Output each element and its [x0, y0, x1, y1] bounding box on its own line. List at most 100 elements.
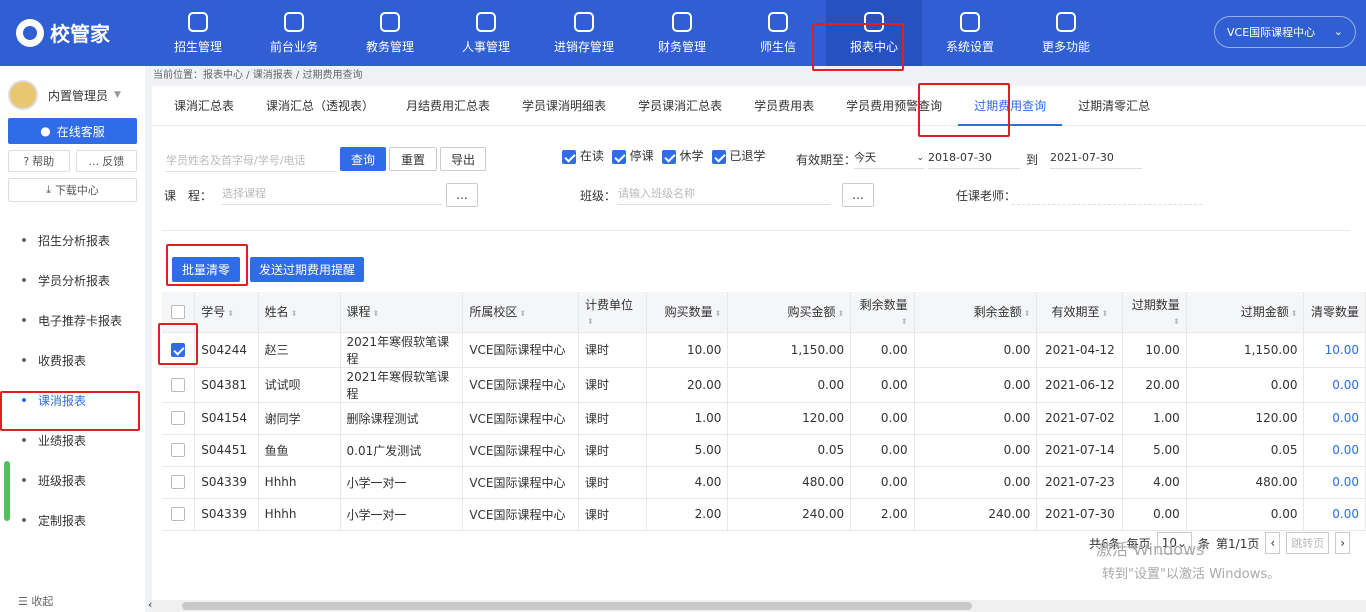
collapse-button[interactable]: ☰ 收起 [18, 593, 53, 609]
query-button[interactable]: 查询 [340, 147, 386, 171]
course-picker-button[interactable]: ... [446, 183, 478, 207]
table-cell: 2021年寒假软笔课程 [340, 332, 464, 368]
sort-icon[interactable]: ⬍ [901, 317, 908, 326]
column-header[interactable]: 清零数量 [1303, 292, 1366, 333]
row-select-cell[interactable] [162, 402, 196, 435]
teacher-input[interactable] [1012, 183, 1202, 205]
sidebar-item-1[interactable]: 学员分析报表 [0, 260, 145, 300]
nav-item-1[interactable]: 前台业务 [246, 0, 342, 66]
course-input[interactable]: 选择课程 [222, 183, 442, 205]
column-header[interactable]: 姓名 ⬍ [258, 292, 341, 333]
column-label: 剩余金额 [973, 305, 1022, 320]
sort-icon[interactable]: ⬍ [373, 309, 380, 318]
prev-page-button[interactable]: ‹ [1265, 532, 1281, 554]
tab-0[interactable]: 课消汇总表 [158, 86, 250, 126]
sidebar-item-6[interactable]: 班级报表 [0, 460, 145, 500]
tab-2[interactable]: 月结费用汇总表 [390, 86, 506, 126]
column-header[interactable]: 购买数量 ⬍ [646, 292, 729, 333]
column-header[interactable]: 计费单位 ⬍ [578, 292, 647, 333]
column-header[interactable]: 购买金额 ⬍ [727, 292, 852, 333]
select-all-checkbox[interactable] [171, 305, 186, 319]
school-selector[interactable]: VCE国际课程中心 ⌄ [1214, 16, 1356, 48]
nav-item-0[interactable]: 招生管理 [150, 0, 246, 66]
nav-item-5[interactable]: 财务管理 [634, 0, 730, 66]
tab-4[interactable]: 学员课消汇总表 [622, 86, 738, 126]
table-cell[interactable]: 0.00 [1303, 434, 1366, 467]
table-cell[interactable]: 10.00 [1303, 332, 1366, 368]
sort-icon[interactable]: ⬍ [1291, 309, 1298, 318]
sidebar-item-3[interactable]: 收费报表 [0, 340, 145, 380]
status-checkbox-0[interactable]: 在读 [562, 149, 604, 164]
row-select-cell[interactable] [162, 367, 196, 403]
date-from-input[interactable]: 2018-07-30 [928, 147, 1020, 169]
table-cell[interactable]: 0.00 [1303, 367, 1366, 403]
row-select-cell[interactable] [162, 498, 196, 531]
horizontal-scrollbar[interactable]: ‹ [148, 598, 1366, 612]
help-button[interactable]: ? 帮助 [8, 150, 70, 172]
row-checkbox[interactable] [171, 377, 186, 392]
user-profile[interactable]: 内置管理员 ▼ [0, 66, 145, 118]
export-button[interactable]: 导出 [440, 147, 486, 171]
column-header[interactable]: 剩余数量 ⬍ [850, 292, 915, 333]
tab-8[interactable]: 过期清零汇总 [1062, 86, 1166, 126]
nav-item-8[interactable]: 系统设置 [922, 0, 1018, 66]
sidebar-item-2[interactable]: 电子推荐卡报表 [0, 300, 145, 340]
send-reminder-button[interactable]: 发送过期费用提醒 [250, 257, 364, 282]
sidebar-scrollbar[interactable] [4, 461, 10, 521]
row-select-cell[interactable] [162, 434, 196, 467]
sidebar-item-0[interactable]: 招生分析报表 [0, 220, 145, 260]
reset-button[interactable]: 重置 [389, 147, 437, 171]
table-cell[interactable]: 0.00 [1303, 498, 1366, 531]
sort-icon[interactable]: ⬍ [1102, 309, 1109, 318]
status-checkbox-2[interactable]: 休学 [661, 149, 704, 164]
next-page-button[interactable]: › [1335, 532, 1350, 554]
search-input[interactable]: 学员姓名及首字母/学号/电话 [166, 150, 336, 172]
nav-item-4[interactable]: 进销存管理 [534, 0, 634, 66]
sidebar-item-7[interactable]: 定制报表 [0, 500, 145, 540]
row-checkbox[interactable] [171, 507, 186, 522]
sort-icon[interactable]: ⬍ [227, 309, 234, 318]
column-header[interactable]: 所属校区 ⬍ [462, 292, 579, 333]
nav-item-2[interactable]: 教务管理 [342, 0, 438, 66]
column-header[interactable]: 学号 ⬍ [194, 292, 259, 333]
tab-1[interactable]: 课消汇总（透视表） [250, 86, 390, 126]
nav-item-3[interactable]: 人事管理 [438, 0, 534, 66]
table-cell[interactable]: 0.00 [1303, 466, 1366, 499]
tab-5[interactable]: 学员费用表 [738, 86, 830, 126]
table-cell: 0.00 [914, 434, 1038, 467]
status-checkbox-1[interactable]: 停课 [611, 149, 654, 164]
class-picker-button[interactable]: ... [842, 183, 874, 207]
column-header[interactable]: 课程 ⬍ [340, 292, 464, 333]
sort-icon[interactable]: ⬍ [291, 309, 298, 318]
column-header[interactable]: 剩余金额 ⬍ [914, 292, 1038, 333]
nav-item-9[interactable]: 更多功能 [1018, 0, 1114, 66]
tab-3[interactable]: 学员课消明细表 [506, 86, 622, 126]
row-checkbox[interactable] [171, 443, 186, 458]
valid-select[interactable]: 今天 ⌄ [854, 147, 924, 169]
jump-page-input[interactable]: 跳转页 [1286, 532, 1330, 554]
class-input[interactable]: 请输入班级名称 [618, 183, 830, 205]
column-header[interactable]: 过期金额 ⬍ [1186, 292, 1305, 333]
column-header[interactable]: 过期数量 ⬍ [1122, 292, 1187, 333]
sort-icon[interactable]: ⬍ [587, 317, 594, 326]
column-header[interactable]: 有效期至 ⬍ [1036, 292, 1124, 333]
sort-icon[interactable]: ⬍ [715, 309, 722, 318]
download-center-button[interactable]: ⤓ 下载中心 [8, 178, 137, 202]
feedback-icon: … [88, 154, 100, 168]
sort-icon[interactable]: ⬍ [837, 309, 844, 318]
sort-icon[interactable]: ⬍ [519, 309, 526, 318]
date-to-input[interactable]: 2021-07-30 [1050, 147, 1142, 169]
row-checkbox[interactable] [171, 475, 186, 490]
sort-icon[interactable]: ⬍ [1024, 309, 1031, 318]
status-checkbox-3[interactable]: 已退学 [711, 149, 765, 164]
row-select-cell[interactable] [162, 466, 196, 499]
scroll-left-icon[interactable]: ‹ [148, 598, 152, 611]
column-label: 学号 [201, 305, 226, 320]
row-checkbox[interactable] [171, 411, 186, 426]
online-service-button[interactable]: ● 在线客服 [8, 118, 137, 144]
chevron-down-icon: ⌄ [1333, 25, 1343, 38]
table-cell[interactable]: 0.00 [1303, 402, 1366, 435]
sort-icon[interactable]: ⬍ [1173, 317, 1180, 326]
scrollbar-thumb[interactable] [182, 602, 972, 610]
feedback-button[interactable]: … 反馈 [75, 150, 137, 172]
